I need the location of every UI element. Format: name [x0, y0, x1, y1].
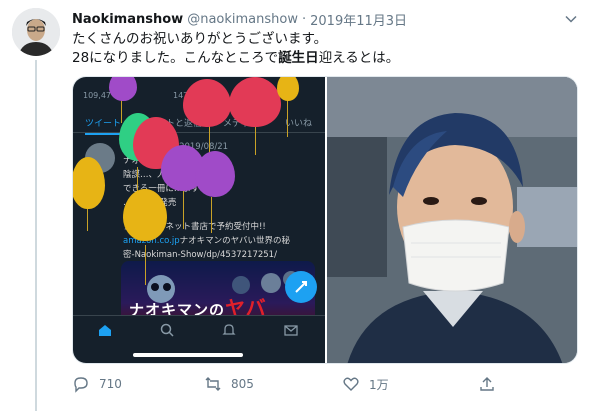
balloon-string [211, 197, 212, 233]
balloon-string [87, 207, 88, 231]
like-button[interactable]: 1万 [342, 372, 389, 396]
search-icon [160, 323, 174, 337]
text-segment: 28になりました。こんなところで [72, 50, 279, 66]
balloon-red [183, 79, 231, 127]
tweet-date[interactable]: 2019年11月3日 [310, 10, 407, 29]
balloon-purple [195, 151, 235, 197]
bell-icon [222, 324, 236, 335]
tweet-card[interactable]: Naokimanshow @naokimanshow · 2019年11月3日 … [0, 0, 592, 411]
home-indicator [133, 353, 243, 357]
balloon-string [287, 97, 288, 137]
home-icon [99, 325, 111, 336]
balloon-string [145, 245, 146, 285]
mail-icon [284, 325, 298, 336]
balloon-yellow [277, 77, 299, 101]
retweet-arrows-icon [205, 377, 221, 391]
thread-line [35, 60, 37, 411]
tweet-text-line-2: 28になりました。こんなところで誕生日迎えるとは。 [72, 49, 572, 68]
text-segment: 迎えるとは。 [318, 50, 400, 66]
balloon-string [183, 189, 184, 229]
tweet-actions: 710 805 1万 [72, 372, 512, 396]
tweet-text: たくさんのお祝いありがとうございます。 28になりました。こんなところで誕生日迎… [72, 30, 572, 68]
avatar[interactable] [12, 8, 60, 56]
balloon-yellow [73, 157, 105, 209]
user-handle[interactable]: @naokimanshow [187, 12, 298, 27]
share-button[interactable] [478, 372, 496, 396]
media-grid: 109,47 147, ツイート ツイートと返信 メディア いいね @naoki… [72, 76, 578, 364]
balloon-yellow [123, 189, 167, 241]
retweet-button[interactable]: 805 [204, 372, 254, 396]
retweet-count: 805 [231, 377, 254, 391]
compose-fab-icon [285, 271, 317, 303]
tab-likes: いいね [285, 119, 313, 129]
bold-text-segment: 誕生日 [278, 50, 319, 66]
reply-count: 710 [99, 377, 122, 391]
like-count: 1万 [369, 377, 389, 392]
tweet-text-line-1: たくさんのお祝いありがとうございます。 [72, 31, 328, 47]
chevron-down-icon[interactable] [564, 11, 578, 25]
balloon-red [229, 77, 281, 127]
separator-dot: · [301, 11, 307, 27]
media-photo-screenshot[interactable]: 109,47 147, ツイート ツイートと返信 メディア いいね @naoki… [73, 77, 325, 363]
speech-bubble-icon [74, 377, 88, 393]
share-upload-icon [480, 377, 494, 391]
media-photo-selfie[interactable] [327, 77, 577, 363]
heart-outline-icon [343, 377, 359, 391]
status-count-left: 109,47 [83, 91, 111, 100]
phone-bottom-nav [73, 315, 325, 343]
reply-button[interactable]: 710 [72, 372, 122, 396]
embedded-link-rest: ナオキマンのヤバい世界の秘 [179, 236, 290, 246]
display-name[interactable]: Naokimanshow [72, 12, 183, 27]
tweet-header: Naokimanshow @naokimanshow · 2019年11月3日 [72, 10, 407, 29]
tab-tweets: ツイート [85, 116, 122, 135]
